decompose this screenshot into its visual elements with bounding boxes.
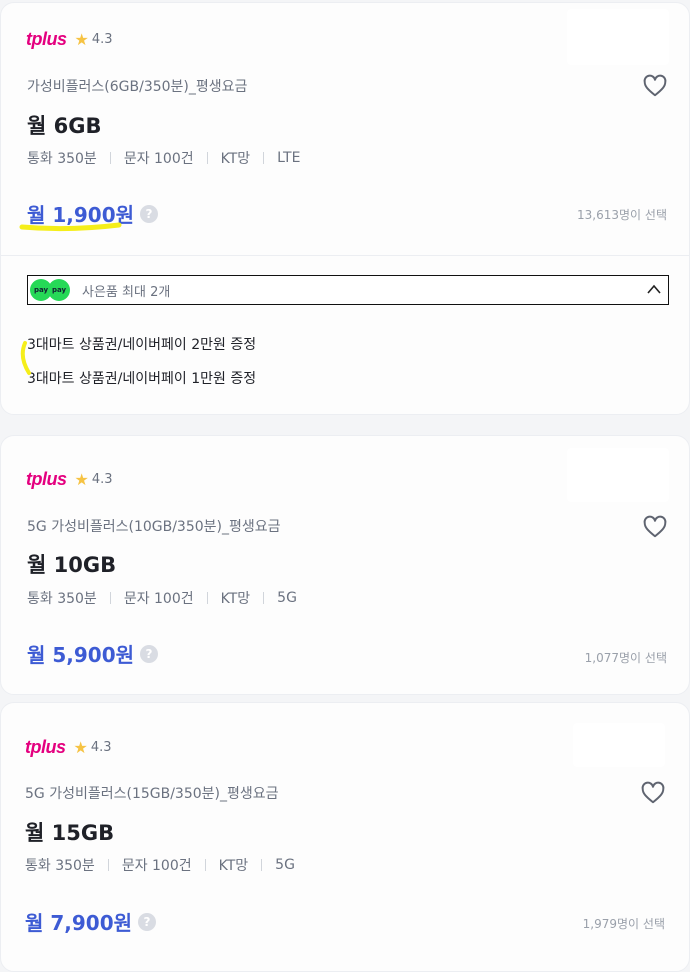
spec-divider bbox=[263, 592, 265, 604]
spec-sms: 문자 100건 bbox=[123, 591, 194, 607]
gift-item-1: 3대마트 상품권/네이버페이 2만원 증정 bbox=[27, 337, 257, 353]
heart-icon[interactable] bbox=[642, 514, 668, 540]
price-value: 월 5,900원 bbox=[27, 643, 135, 667]
spec-list: 통화 350분 문자 100건 KT망 5G bbox=[25, 855, 295, 875]
spec-sms: 문자 100건 bbox=[121, 858, 192, 874]
spec-divider bbox=[204, 859, 206, 871]
price-value: 월 7,900원 bbox=[25, 911, 133, 935]
plan-thumbnail bbox=[567, 448, 669, 502]
plan-card-3[interactable]: tplus ★ 4.3 5G 가성비플러스(15GB/350분)_평생요금 월 … bbox=[0, 702, 690, 972]
rating: ★ 4.3 bbox=[73, 737, 112, 757]
brand-logo: tplus bbox=[25, 737, 66, 757]
rating-value: 4.3 bbox=[91, 472, 113, 487]
heart-icon[interactable] bbox=[640, 780, 666, 806]
spec-list: 통화 350분 문자 100건 KT망 5G bbox=[27, 588, 297, 608]
brand-logo: tplus bbox=[26, 469, 67, 489]
rating-value: 4.3 bbox=[91, 32, 113, 47]
plan-card-1[interactable]: tplus ★ 4.3 가성비플러스(6GB/350분)_평생요금 월 6GB … bbox=[0, 2, 690, 415]
spec-divider bbox=[109, 152, 111, 164]
question-icon[interactable]: ? bbox=[140, 644, 159, 663]
gift-item-2: 3대마트 상품권/네이버페이 1만원 증정 bbox=[27, 371, 257, 387]
price-row: 월 5,900원 ? bbox=[27, 639, 159, 668]
plan-name: 5G 가성비플러스(15GB/350분)_평생요금 bbox=[25, 786, 279, 802]
spec-divider bbox=[261, 859, 263, 871]
spec-network: KT망 bbox=[220, 151, 251, 167]
plan-name: 가성비플러스(6GB/350분)_평생요금 bbox=[27, 79, 248, 95]
question-icon[interactable]: ? bbox=[138, 912, 157, 931]
rating: ★ 4.3 bbox=[74, 469, 113, 489]
plan-name: 5G 가성비플러스(10GB/350분)_평생요금 bbox=[27, 519, 281, 535]
plan-thumbnail bbox=[567, 9, 669, 65]
star-icon: ★ bbox=[74, 29, 89, 49]
star-icon: ★ bbox=[74, 469, 89, 489]
spec-call: 통화 350분 bbox=[25, 858, 95, 874]
selection-count: 13,613명이 선택 bbox=[577, 208, 667, 222]
rating: ★ 4.3 bbox=[74, 29, 113, 49]
npay-icon: pay bbox=[48, 279, 70, 301]
spec-list: 통화 350분 문자 100건 KT망 LTE bbox=[27, 148, 300, 168]
data-title: 월 15GB bbox=[25, 821, 115, 845]
chevron-up-icon[interactable] bbox=[646, 282, 662, 296]
rating-value: 4.3 bbox=[90, 740, 112, 755]
brand-row: tplus ★ 4.3 bbox=[25, 737, 112, 758]
gift-toggle[interactable]: pay pay 사은품 최대 2개 bbox=[27, 275, 669, 305]
data-title: 월 6GB bbox=[27, 114, 102, 138]
highlight-mark bbox=[20, 341, 31, 375]
highlight-underline bbox=[19, 222, 122, 232]
spec-type: 5G bbox=[275, 857, 295, 873]
brand-logo: tplus bbox=[26, 29, 67, 49]
brand-row: tplus ★ 4.3 bbox=[26, 469, 113, 490]
spec-divider bbox=[206, 592, 208, 604]
spec-sms: 문자 100건 bbox=[123, 151, 194, 167]
gift-label: 사은품 최대 2개 bbox=[82, 284, 171, 300]
selection-count: 1,979명이 선택 bbox=[582, 917, 665, 931]
spec-call: 통화 350분 bbox=[27, 151, 97, 167]
spec-network: KT망 bbox=[218, 858, 249, 874]
star-icon: ★ bbox=[73, 737, 88, 757]
spec-divider bbox=[107, 859, 109, 871]
price-row: 월 7,900원 ? bbox=[25, 907, 157, 936]
spec-divider bbox=[109, 592, 111, 604]
question-icon[interactable]: ? bbox=[140, 204, 159, 223]
gift-badges: pay pay bbox=[30, 279, 70, 301]
data-title: 월 10GB bbox=[27, 553, 117, 577]
selection-count: 1,077명이 선택 bbox=[584, 651, 667, 665]
brand-row: tplus ★ 4.3 bbox=[26, 29, 113, 50]
spec-type: 5G bbox=[277, 590, 297, 606]
plan-thumbnail bbox=[573, 723, 665, 767]
spec-divider bbox=[263, 152, 265, 164]
plan-card-2[interactable]: tplus ★ 4.3 5G 가성비플러스(10GB/350분)_평생요금 월 … bbox=[0, 435, 690, 695]
heart-icon[interactable] bbox=[642, 73, 668, 99]
spec-divider bbox=[206, 152, 208, 164]
card-divider bbox=[1, 255, 690, 256]
spec-type: LTE bbox=[277, 150, 301, 166]
spec-network: KT망 bbox=[220, 591, 251, 607]
spec-call: 통화 350분 bbox=[27, 591, 97, 607]
